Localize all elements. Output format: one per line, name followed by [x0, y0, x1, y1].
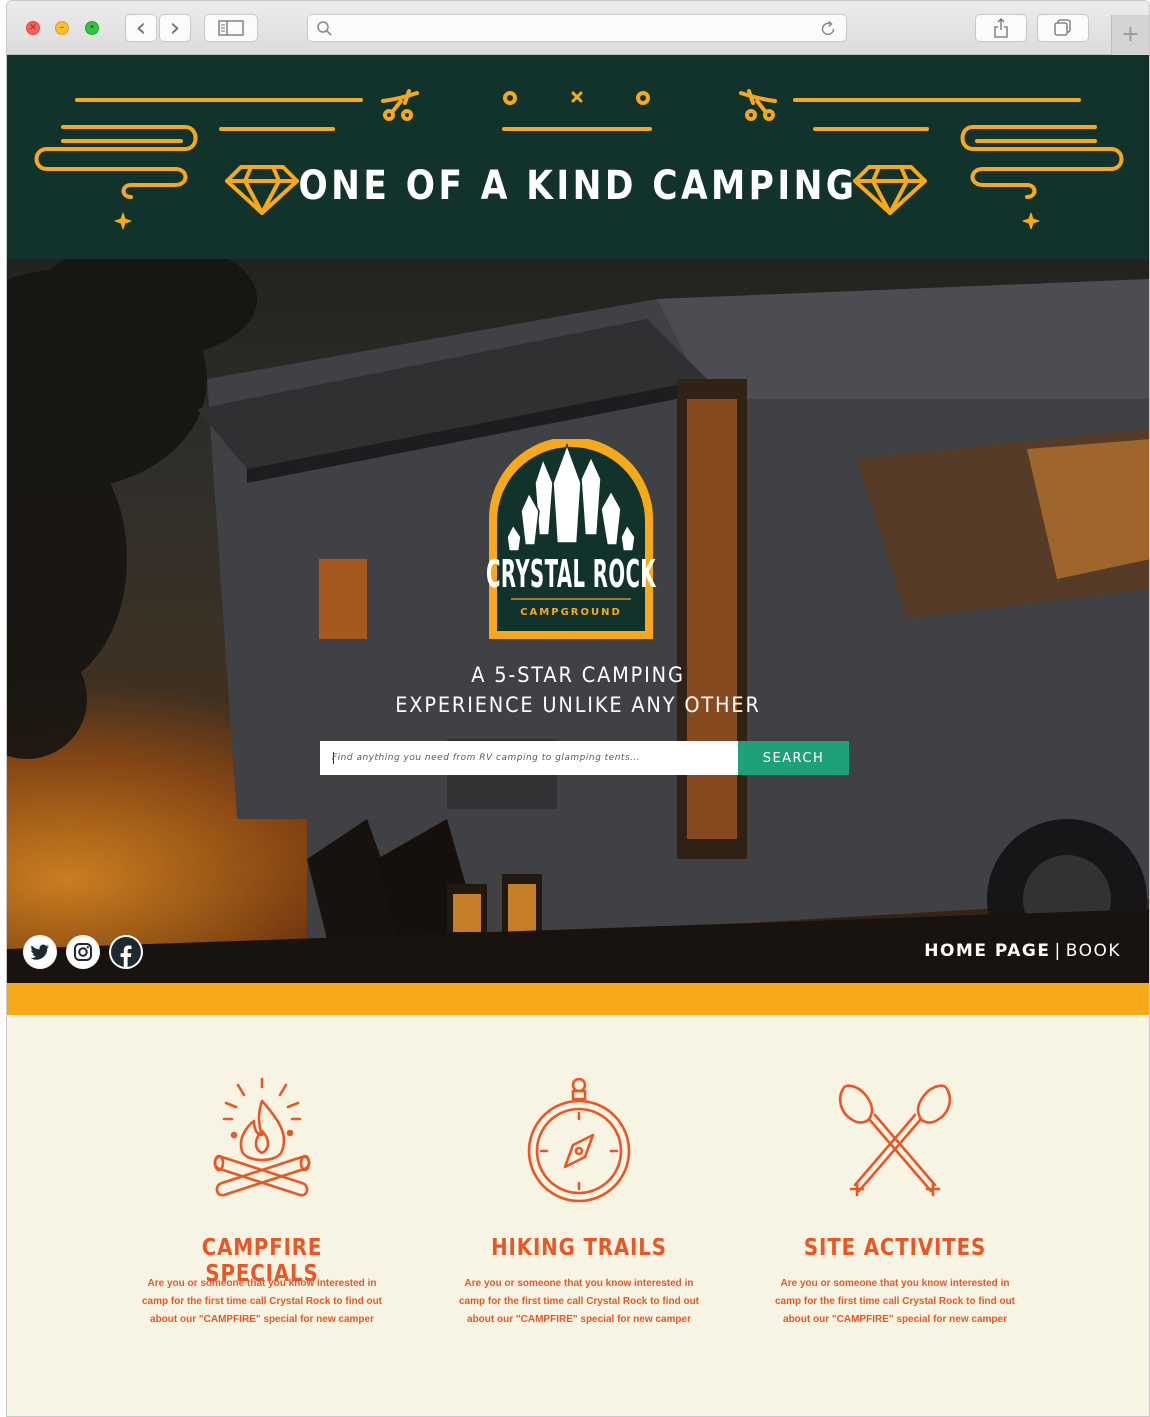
- feature-description: Are you or someone that you know interes…: [458, 1278, 700, 1325]
- feature-description: Are you or someone that you know interes…: [141, 1278, 383, 1325]
- close-icon: ×: [28, 22, 38, 33]
- nav-home-page[interactable]: HOME PAGE: [924, 941, 1050, 961]
- feature-description: Are you or someone that you know interes…: [774, 1278, 1016, 1325]
- search-caret: [333, 752, 334, 764]
- paddles-icon: [838, 1084, 952, 1197]
- search-icon: [317, 21, 332, 36]
- minimize-icon: –: [59, 22, 65, 33]
- campfire-icon: [213, 1077, 311, 1197]
- tabs-icon: [1054, 19, 1071, 36]
- feature-title: SITE ACTIVITES: [803, 1235, 987, 1261]
- logo-name: CRYSTAL ROCK: [486, 553, 656, 597]
- address-bar[interactable]: [307, 14, 847, 42]
- browser-toolbar: × – • ‹ › +: [7, 1, 1149, 55]
- banner-title: ONE OF A KIND CAMPING: [298, 163, 858, 209]
- facebook-link[interactable]: [109, 935, 143, 969]
- forward-button[interactable]: ›: [159, 14, 191, 42]
- zoom-icon: •: [89, 22, 95, 33]
- twitter-link[interactable]: [23, 935, 57, 969]
- logo-subtitle: CAMPGROUND: [520, 607, 622, 618]
- accent-stripe: [7, 983, 1149, 1015]
- close-window-button[interactable]: ×: [26, 21, 40, 35]
- sidebar-toggle-button[interactable]: [204, 14, 258, 42]
- hero-tagline-line1: A 5-STAR CAMPING: [471, 663, 685, 687]
- instagram-icon: [74, 943, 92, 961]
- chevron-right-icon: ›: [169, 13, 181, 43]
- instagram-link[interactable]: [66, 935, 100, 969]
- search-input[interactable]: [320, 741, 738, 775]
- hero-nav: HOME PAGE | BOOK: [924, 941, 1121, 961]
- compass-icon: [527, 1077, 631, 1203]
- back-button[interactable]: ‹: [125, 14, 157, 42]
- twitter-icon: [30, 944, 49, 960]
- hero-section: CRYSTAL ROCK CAMPGROUND A 5-STAR CAMPING…: [7, 259, 1149, 983]
- facebook-icon: [111, 937, 141, 967]
- chevron-left-icon: ‹: [135, 13, 147, 43]
- minimize-window-button[interactable]: –: [55, 21, 69, 35]
- header-banner: ONE OF A KIND CAMPING: [7, 55, 1149, 259]
- new-tab-button[interactable]: +: [1111, 15, 1149, 55]
- share-button[interactable]: [975, 14, 1027, 42]
- share-icon: [994, 18, 1008, 38]
- crystal-rock-logo: CRYSTAL ROCK CAMPGROUND: [486, 439, 656, 639]
- features-section: CAMPFIRE SPECIALS Are you or someone tha…: [7, 1015, 1149, 1416]
- hero-tagline-line2: EXPERIENCE UNLIKE ANY OTHER: [395, 693, 761, 717]
- search-button[interactable]: SEARCH: [738, 741, 849, 775]
- banner-ornament: [34, 89, 1124, 230]
- feature-title: HIKING TRAILS: [491, 1235, 667, 1261]
- nav-book[interactable]: BOOK: [1066, 941, 1121, 961]
- browser-window: × – • ‹ › + ONE OF A KIND CAMPING CRYSTA…: [6, 0, 1150, 1417]
- sidebar-icon: [218, 20, 244, 36]
- tabs-overview-button[interactable]: [1037, 14, 1089, 42]
- nav-separator: |: [1054, 941, 1062, 961]
- zoom-window-button[interactable]: •: [85, 21, 99, 35]
- reload-icon[interactable]: [818, 19, 838, 39]
